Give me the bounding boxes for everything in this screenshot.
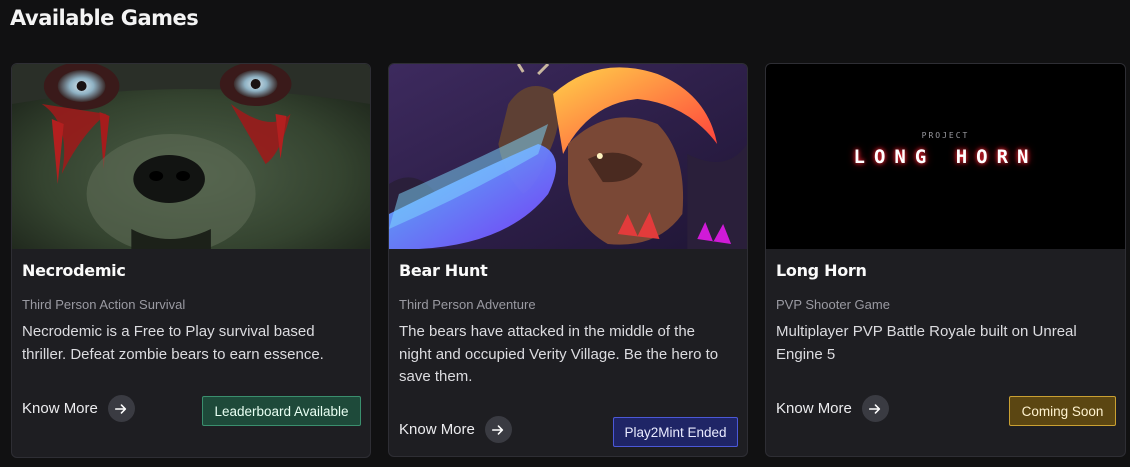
game-card-necrodemic[interactable]: Necrodemic Third Person Action Survival … [11, 63, 371, 458]
know-more-label: Know More [399, 421, 475, 438]
status-badge: Leaderboard Available [202, 396, 361, 426]
art-logo-big: LONG HORN [853, 146, 1038, 168]
game-title: Necrodemic [22, 261, 126, 280]
section-title: Available Games [10, 6, 199, 30]
game-description: Necrodemic is a Free to Play survival ba… [22, 323, 324, 363]
game-description: The bears have attacked in the middle of… [399, 323, 719, 385]
game-art-long-horn: PROJECT LONG HORN [766, 64, 1125, 249]
know-more-link[interactable]: Know More [399, 416, 512, 443]
game-genre: Third Person Action Survival [22, 297, 186, 312]
know-more-link[interactable]: Know More [22, 395, 135, 422]
game-title: Long Horn [776, 261, 867, 280]
art-logo-small: PROJECT [921, 131, 970, 140]
status-badge: Coming Soon [1009, 396, 1116, 426]
know-more-label: Know More [22, 400, 98, 417]
game-card-bear-hunt[interactable]: Bear Hunt Third Person Adventure The bea… [388, 63, 748, 457]
game-genre: Third Person Adventure [399, 297, 536, 312]
arrow-right-icon[interactable] [484, 416, 512, 443]
arrow-right-icon[interactable] [861, 395, 889, 422]
know-more-label: Know More [776, 400, 852, 417]
game-description: Multiplayer PVP Battle Royale built on U… [776, 323, 1077, 363]
game-genre: PVP Shooter Game [776, 297, 890, 312]
game-title: Bear Hunt [399, 261, 488, 280]
game-art-bear-hunt [389, 64, 747, 249]
game-art-necrodemic [12, 64, 370, 249]
know-more-link[interactable]: Know More [776, 395, 889, 422]
status-badge: Play2Mint Ended [613, 417, 738, 447]
game-card-long-horn[interactable]: PROJECT LONG HORN Long Horn PVP Shooter … [765, 63, 1126, 457]
arrow-right-icon[interactable] [107, 395, 135, 422]
